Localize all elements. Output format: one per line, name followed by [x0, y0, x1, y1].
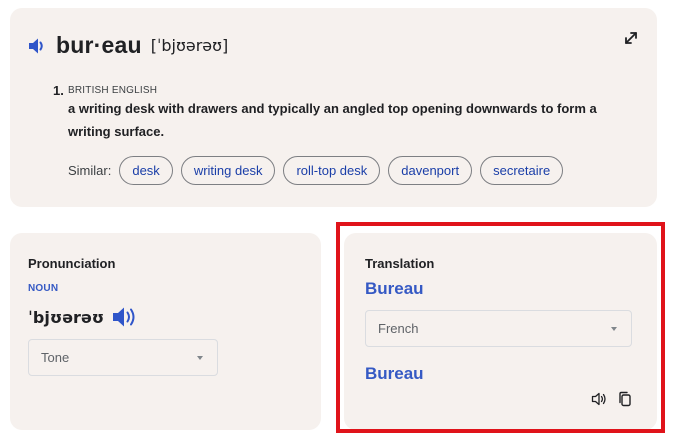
similar-chip[interactable]: writing desk [180, 156, 276, 185]
sense-number: 1. [53, 83, 64, 98]
headword-ipa: [ˈbjʊərəʊ] [150, 36, 229, 55]
translation-actions [591, 391, 633, 407]
translation-result: Bureau [365, 364, 424, 383]
translation-source-word: Bureau [365, 279, 424, 298]
tone-select[interactable]: Tone [28, 339, 218, 376]
headword: bur·eau [56, 32, 142, 58]
language-select-value: French [378, 321, 419, 336]
speaker-icon[interactable] [112, 306, 138, 328]
pronunciation-row: ˈbjʊərəʊ [28, 306, 138, 328]
translation-title: Translation [365, 256, 435, 271]
tone-select-value: Tone [41, 350, 70, 365]
headword-row: bur·eau [ˈbjʊərəʊ] [28, 32, 228, 59]
similar-label: Similar: [68, 163, 112, 178]
pronunciation-card: Pronunciation NOUN ˈbjʊərəʊ Tone [10, 233, 321, 430]
copy-icon[interactable] [617, 391, 633, 407]
expand-icon[interactable] [622, 29, 640, 47]
language-select[interactable]: French [365, 310, 632, 347]
similar-chip[interactable]: davenport [388, 156, 473, 185]
definition-card: bur·eau [ˈbjʊərəʊ] 1. BRITISH ENGLISH a … [10, 8, 657, 207]
chevron-down-icon [611, 327, 617, 331]
sense-definition: a writing desk with drawers and typicall… [68, 101, 597, 139]
sense-region-label: BRITISH ENGLISH [68, 85, 158, 96]
translation-card: Translation Bureau French Bureau [344, 233, 657, 430]
similar-chip[interactable]: roll-top desk [283, 156, 381, 185]
pronunciation-ipa: ˈbjʊərəʊ [28, 307, 105, 327]
similar-chip[interactable]: desk [119, 156, 173, 185]
speaker-outline-icon[interactable] [591, 391, 607, 407]
chevron-down-icon [197, 356, 203, 360]
speaker-icon[interactable] [28, 37, 48, 55]
part-of-speech: NOUN [28, 283, 59, 294]
similar-words-row: Similar: desk writing desk roll-top desk… [68, 156, 571, 185]
similar-chip[interactable]: secretaire [480, 156, 564, 185]
pronunciation-title: Pronunciation [28, 256, 116, 271]
